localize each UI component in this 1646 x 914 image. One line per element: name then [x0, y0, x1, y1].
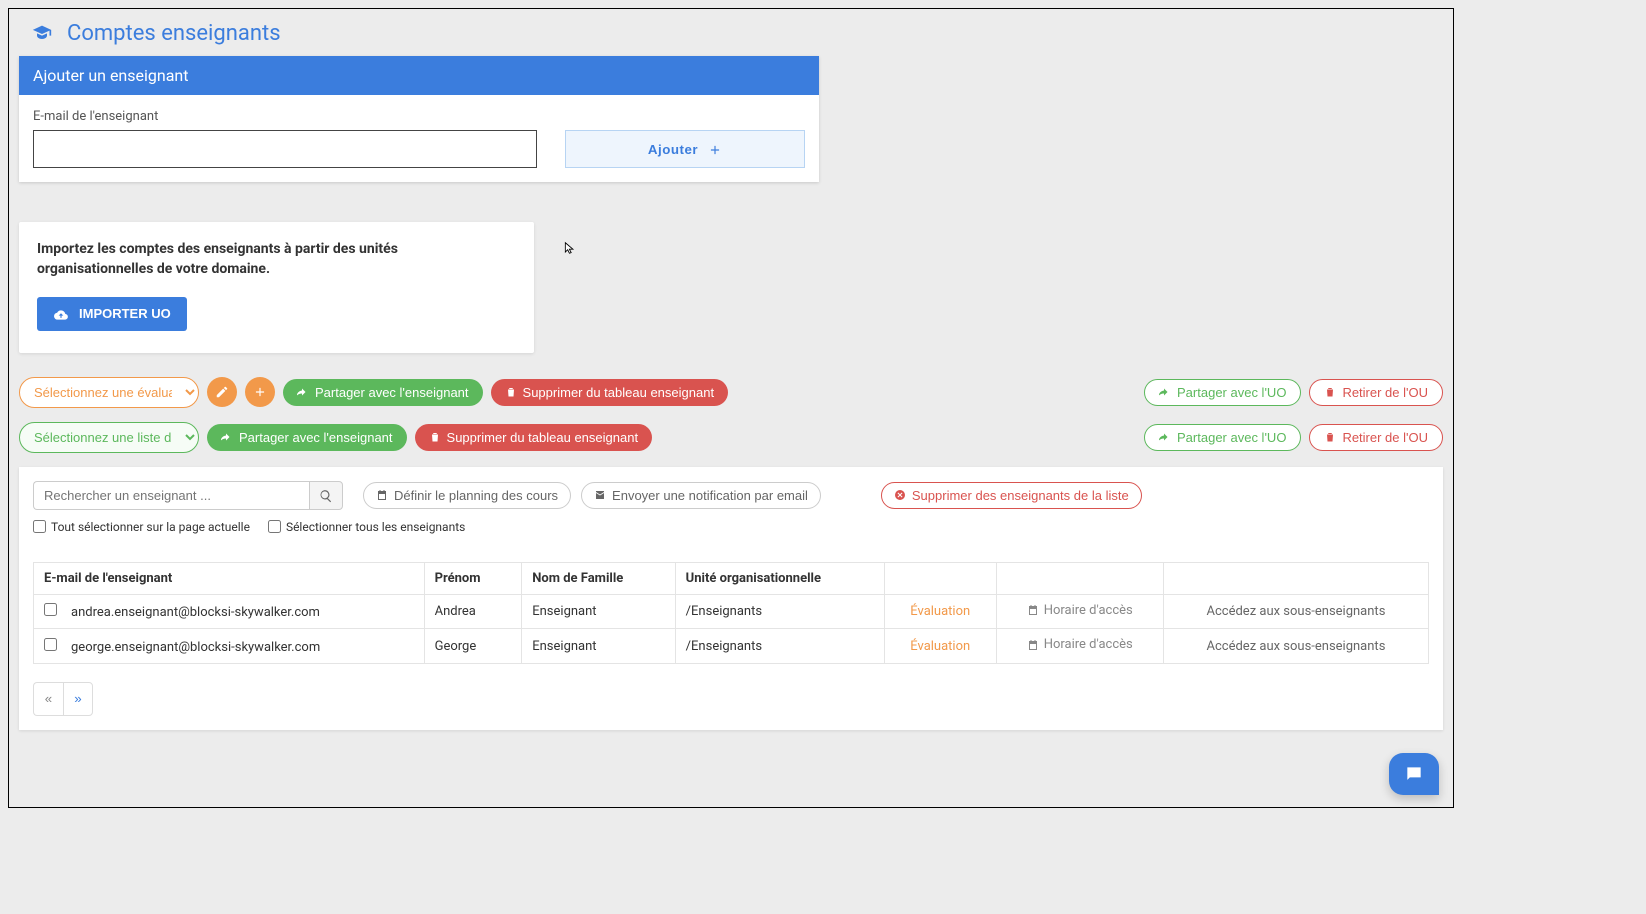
remove-ou-button-2[interactable]: Retirer de l'OU	[1309, 424, 1443, 451]
remove-teacher-button-2[interactable]: Supprimer du tableau enseignant	[415, 424, 653, 451]
search-button[interactable]	[309, 481, 343, 510]
import-card: Importez les comptes des enseignants à p…	[19, 222, 534, 353]
access-schedule-link[interactable]: Horaire d'accès	[1027, 637, 1133, 652]
cloud-upload-icon	[53, 306, 69, 322]
row-checkbox[interactable]	[44, 603, 57, 616]
email-list-select[interactable]: Sélectionnez une liste d'e...	[19, 422, 199, 453]
page-header: Comptes enseignants	[19, 17, 1443, 56]
sub-teachers-link[interactable]: Accédez aux sous-enseignants	[1206, 639, 1385, 654]
pagination: « »	[33, 682, 93, 716]
cell-ou: /Enseignants	[675, 629, 884, 664]
table-row: andrea.enseignant@blocksi-skywalker.com A…	[34, 594, 1429, 629]
evaluation-select[interactable]: Sélectionnez une évaluation	[19, 377, 199, 408]
pager-prev[interactable]: «	[33, 682, 63, 716]
share-uo-button-2[interactable]: Partager avec l'UO	[1144, 424, 1301, 451]
action-row-evaluation: Sélectionnez une évaluation Partager ave…	[19, 377, 1443, 408]
cell-lastname: Enseignant	[522, 629, 675, 664]
chat-widget[interactable]	[1389, 753, 1439, 795]
row-checkbox[interactable]	[44, 638, 57, 651]
sub-teachers-link[interactable]: Accédez aux sous-enseignants	[1206, 604, 1385, 619]
action-row-list: Sélectionnez une liste d'e... Partager a…	[19, 422, 1443, 453]
add-button[interactable]: Ajouter	[565, 130, 805, 168]
search-input[interactable]	[33, 481, 309, 510]
cell-ou: /Enseignants	[675, 594, 884, 629]
add-teacher-card: Ajouter un enseignant E-mail de l'enseig…	[19, 56, 819, 182]
table-card: Définir le planning des cours Envoyer un…	[19, 467, 1443, 730]
plus-icon	[708, 141, 722, 156]
graduation-cap-icon	[29, 24, 55, 44]
th-firstname: Prénom	[435, 571, 481, 586]
email-label: E-mail de l'enseignant	[33, 109, 537, 124]
add-teacher-header: Ajouter un enseignant	[19, 56, 819, 95]
pager-next[interactable]: »	[63, 682, 93, 716]
remove-teacher-button-1[interactable]: Supprimer du tableau enseignant	[491, 379, 729, 406]
cell-lastname: Enseignant	[522, 594, 675, 629]
share-teacher-button-1[interactable]: Partager avec l'enseignant	[283, 379, 483, 406]
send-notification-button[interactable]: Envoyer une notification par email	[581, 482, 821, 509]
cell-email: andrea.enseignant@blocksi-skywalker.com	[71, 605, 320, 620]
edit-button[interactable]	[207, 377, 237, 407]
define-planning-button[interactable]: Définir le planning des cours	[363, 482, 571, 509]
cell-firstname: George	[424, 629, 522, 664]
cell-firstname: Andrea	[424, 594, 522, 629]
page-title: Comptes enseignants	[67, 21, 281, 46]
teachers-table: E-mail de l'enseignant Prénom Nom de Fam…	[33, 562, 1429, 664]
remove-ou-button-1[interactable]: Retirer de l'OU	[1309, 379, 1443, 406]
import-description: Importez les comptes des enseignants à p…	[37, 240, 516, 279]
delete-teachers-button[interactable]: Supprimer des enseignants de la liste	[881, 482, 1142, 509]
cursor-icon	[563, 237, 577, 257]
evaluation-link[interactable]: Évaluation	[910, 639, 970, 654]
add-circle-button[interactable]	[245, 377, 275, 407]
cell-email: george.enseignant@blocksi-skywalker.com	[71, 640, 320, 655]
th-lastname: Nom de Famille	[532, 571, 623, 586]
evaluation-link[interactable]: Évaluation	[910, 604, 970, 619]
th-ou: Unité organisationnelle	[686, 571, 821, 586]
teacher-email-input[interactable]	[33, 130, 537, 168]
th-email: E-mail de l'enseignant	[44, 571, 172, 586]
share-teacher-button-2[interactable]: Partager avec l'enseignant	[207, 424, 407, 451]
table-row: george.enseignant@blocksi-skywalker.com G…	[34, 629, 1429, 664]
import-uo-button[interactable]: IMPORTER UO	[37, 297, 187, 331]
share-uo-button-1[interactable]: Partager avec l'UO	[1144, 379, 1301, 406]
select-page-checkbox[interactable]: Tout sélectionner sur la page actuelle	[33, 520, 250, 534]
access-schedule-link[interactable]: Horaire d'accès	[1027, 603, 1133, 618]
select-all-checkbox[interactable]: Sélectionner tous les enseignants	[268, 520, 465, 534]
